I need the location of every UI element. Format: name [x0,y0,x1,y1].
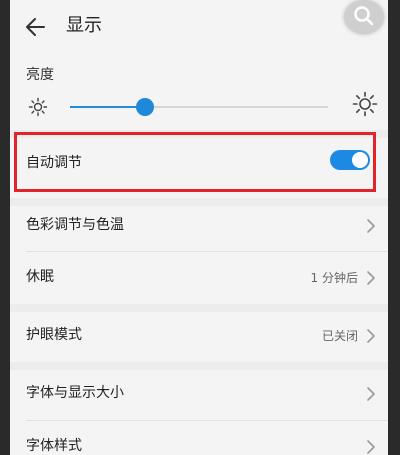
sun-small-icon [28,97,48,117]
eye-care-row[interactable]: 护眼模式 已关闭 [10,310,388,362]
brightness-slider[interactable] [70,98,328,116]
display-settings-screen: 显示 亮度 自动调节 色彩调节与色温 休眠 1 分钟后 护眼模式 已关闭 字体与… [10,0,388,455]
toggle-knob [352,152,368,168]
slider-fill [70,106,145,108]
brightness-label: 亮度 [26,67,54,83]
chevron-right-icon [367,387,375,401]
back-button[interactable] [22,13,50,41]
auto-adjust-toggle[interactable] [330,150,370,170]
chevron-right-icon [367,440,375,454]
header: 显示 [10,0,388,54]
font-style-row[interactable]: 字体样式 [10,421,388,455]
search-button[interactable] [344,0,384,34]
color-temp-label: 色彩调节与色温 [26,217,124,233]
chevron-right-icon [367,271,375,285]
font-size-label: 字体与显示大小 [26,385,124,401]
font-style-label: 字体样式 [26,438,82,454]
chevron-right-icon [367,219,375,233]
chevron-right-icon [367,329,375,343]
sleep-label: 休眠 [26,269,54,285]
section-divider [10,130,388,138]
eye-care-label: 护眼模式 [26,327,82,343]
arrow-left-icon [26,18,45,36]
sleep-row[interactable]: 休眠 1 分钟后 [10,252,388,304]
sun-large-icon [352,91,378,117]
page-title: 显示 [66,15,102,36]
search-icon [354,6,374,26]
eye-care-value: 已关闭 [321,329,358,343]
auto-adjust-label: 自动调节 [26,155,82,171]
color-temp-row[interactable]: 色彩调节与色温 [10,200,388,252]
slider-thumb[interactable] [135,98,154,116]
font-size-row[interactable]: 字体与显示大小 [10,368,388,420]
sleep-value: 1 分钟后 [310,271,358,285]
